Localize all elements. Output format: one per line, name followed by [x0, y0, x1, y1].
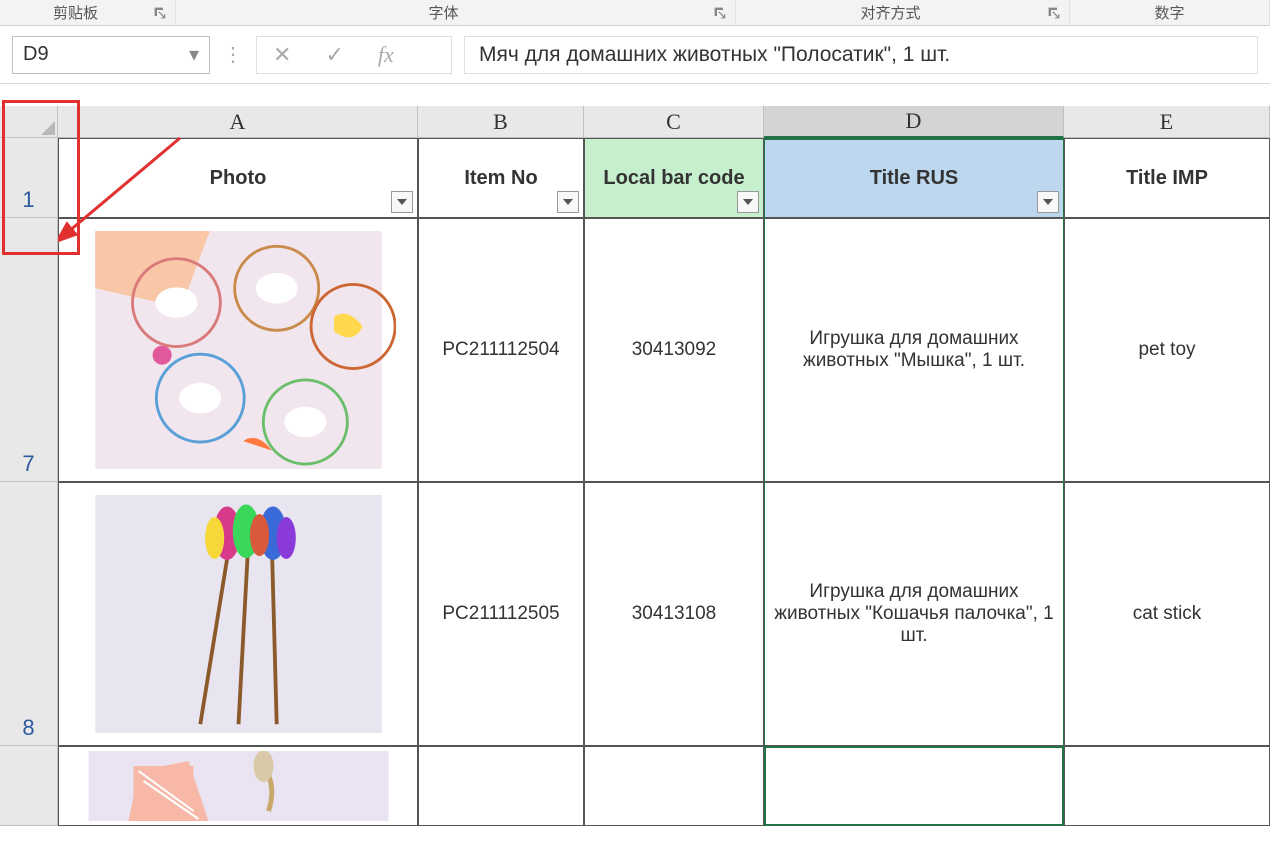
grid-cells: Photo Item No Local bar code Title RUS T… [58, 138, 1270, 826]
cell-photo[interactable] [58, 746, 418, 826]
column-headers: A B C D E [58, 106, 1270, 138]
cell-photo[interactable] [58, 218, 418, 482]
header-titlerus[interactable]: Title RUS [764, 138, 1064, 218]
dialog-launcher-icon[interactable] [711, 4, 729, 22]
cell-barcode[interactable] [584, 746, 764, 826]
header-label: Local bar code [603, 167, 744, 190]
col-header-E[interactable]: E [1064, 106, 1270, 138]
fx-icon[interactable]: fx [378, 42, 394, 68]
ribbon-group-font: 字体 [176, 0, 736, 25]
header-titleimp[interactable]: Title IMP [1064, 138, 1270, 218]
cell-titleimp[interactable]: cat stick [1064, 482, 1270, 746]
fx-controls: ✕ ✓ fx [256, 36, 452, 74]
cell-titlerus[interactable]: Игрушка для домашних животных "Мышка", 1… [764, 218, 1064, 482]
ribbon-group-label: 剪贴板 [0, 2, 151, 23]
header-label: Item No [464, 167, 537, 190]
cell-value: Игрушка для домашних животных "Кошачья п… [769, 581, 1059, 647]
col-header-D[interactable]: D [764, 106, 1064, 138]
cell-value: PC211112505 [442, 603, 559, 625]
row-header-1[interactable]: 1 [0, 138, 58, 218]
confirm-icon[interactable]: ✓ [325, 42, 343, 68]
col-header-A[interactable]: A [58, 106, 418, 138]
cell-barcode[interactable]: 30413108 [584, 482, 764, 746]
ribbon-group-label: 字体 [176, 2, 711, 23]
name-box[interactable]: D9 ▾ [12, 36, 210, 74]
select-all-corner[interactable] [0, 106, 58, 138]
cell-itemno[interactable]: PC211112505 [418, 482, 584, 746]
cell-titleimp[interactable]: pet toy [1064, 218, 1270, 482]
ribbon-group-label: 数字 [1070, 2, 1269, 23]
cell-value: PC211112504 [442, 339, 559, 361]
cell-value: cat stick [1133, 603, 1202, 625]
formula-bar: D9 ▾ ⋮ ✕ ✓ fx Мяч для домашних животных … [0, 26, 1270, 84]
spreadsheet-grid[interactable]: A B C D E 1 7 8 Photo Item No Local bar … [0, 84, 1270, 864]
table-row: PC211112505 30413108 Игрушка для домашни… [58, 482, 1270, 746]
ribbon-group-number: 数字 [1070, 0, 1270, 25]
cell-titleimp[interactable] [1064, 746, 1270, 826]
cell-photo[interactable] [58, 482, 418, 746]
header-itemno[interactable]: Item No [418, 138, 584, 218]
cell-value: 30413108 [632, 603, 717, 625]
header-barcode[interactable]: Local bar code [584, 138, 764, 218]
row-header-partial[interactable] [0, 746, 58, 826]
cell-value: pet toy [1138, 339, 1195, 361]
dialog-launcher-icon[interactable] [151, 4, 169, 22]
cell-value: 30413092 [632, 339, 717, 361]
ribbon-group-clipboard: 剪贴板 [0, 0, 176, 25]
filter-button[interactable] [391, 191, 413, 213]
formula-value: Мяч для домашних животных "Полосатик", 1… [479, 43, 950, 67]
name-box-value: D9 [23, 43, 49, 66]
cell-itemno[interactable]: PC211112504 [418, 218, 584, 482]
filter-button[interactable] [557, 191, 579, 213]
filter-button[interactable] [1037, 191, 1059, 213]
col-header-B[interactable]: B [418, 106, 584, 138]
product-photo [81, 231, 396, 470]
cell-value: Игрушка для домашних животных "Мышка", 1… [769, 328, 1059, 372]
cell-titlerus[interactable] [764, 746, 1064, 826]
table-row [58, 746, 1270, 826]
more-icon[interactable]: ⋮ [222, 42, 244, 67]
cell-barcode[interactable]: 30413092 [584, 218, 764, 482]
formula-input[interactable]: Мяч для домашних животных "Полосатик", 1… [464, 36, 1258, 74]
row-header-7[interactable]: 7 [0, 218, 58, 482]
ribbon-group-label: 对齐方式 [736, 2, 1045, 23]
table-row: PC211112504 30413092 Игрушка для домашни… [58, 218, 1270, 482]
header-label: Title IMP [1126, 167, 1208, 190]
col-header-C[interactable]: C [584, 106, 764, 138]
header-label: Photo [210, 167, 267, 190]
cancel-icon[interactable]: ✕ [273, 42, 291, 68]
row-headers: 1 7 8 [0, 138, 58, 826]
row-header-8[interactable]: 8 [0, 482, 58, 746]
chevron-down-icon[interactable]: ▾ [189, 42, 199, 67]
product-photo [81, 495, 396, 734]
header-photo[interactable]: Photo [58, 138, 418, 218]
ribbon-group-strip: 剪贴板 字体 对齐方式 数字 [0, 0, 1270, 26]
cell-itemno[interactable] [418, 746, 584, 826]
table-header-row: Photo Item No Local bar code Title RUS T… [58, 138, 1270, 218]
cell-titlerus[interactable]: Игрушка для домашних животных "Кошачья п… [764, 482, 1064, 746]
ribbon-group-alignment: 对齐方式 [736, 0, 1070, 25]
filter-button[interactable] [737, 191, 759, 213]
header-label: Title RUS [870, 167, 959, 190]
dialog-launcher-icon[interactable] [1045, 4, 1063, 22]
product-photo [81, 751, 396, 821]
